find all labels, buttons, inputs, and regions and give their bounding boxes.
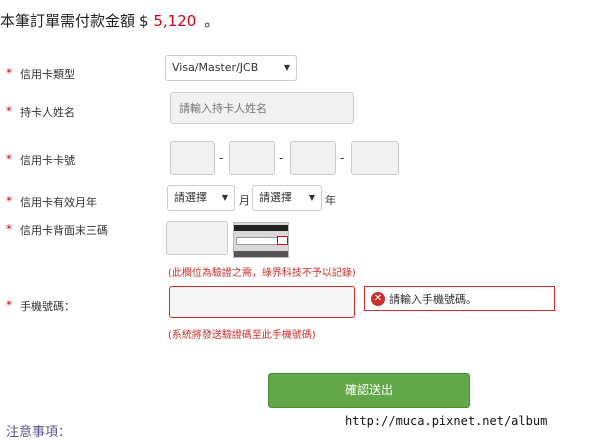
month-unit: 月 <box>239 194 250 207</box>
card-number-label: 信用卡卡號 <box>20 154 75 167</box>
expiry-month-value: 請選擇 <box>174 191 207 204</box>
amount-prefix: 本筆訂單需付款金額 <box>0 12 136 30</box>
phone-note: (系統將發送驗證碼至此手機號碼) <box>168 330 316 341</box>
phone-error-message: 請輸入手機號碼。 <box>389 293 477 306</box>
card-number-part-1[interactable] <box>170 141 215 175</box>
currency-symbol: $ <box>139 12 149 30</box>
amount-suffix: 。 <box>204 12 220 30</box>
holder-name-label: 持卡人姓名 <box>20 106 75 119</box>
notes-heading: 注意事項： <box>6 425 72 440</box>
card-number-part-3[interactable] <box>290 141 336 175</box>
card-number-separator: - <box>219 151 224 165</box>
required-mark: * <box>6 222 12 236</box>
year-unit: 年 <box>325 194 336 207</box>
required-mark: * <box>6 66 12 80</box>
card-type-label: 信用卡類型 <box>20 68 75 81</box>
required-mark: * <box>6 298 12 312</box>
phone-error-tooltip: ✕ 請輸入手機號碼。 <box>364 286 555 311</box>
card-number-part-2[interactable] <box>229 141 275 175</box>
card-back-image <box>233 222 289 258</box>
card-number-separator: - <box>279 151 284 165</box>
card-number-separator: - <box>340 151 345 165</box>
expiry-month-select[interactable]: 請選擇 ▼ <box>167 185 235 211</box>
card-number-part-4[interactable] <box>351 141 399 175</box>
required-mark: * <box>6 194 12 208</box>
chevron-down-icon: ▼ <box>221 193 228 202</box>
card-type-select[interactable]: Visa/Master/JCB ▼ <box>165 55 297 81</box>
expiry-label: 信用卡有效月年 <box>20 196 97 209</box>
error-icon: ✕ <box>371 292 385 306</box>
holder-name-input[interactable] <box>170 92 354 124</box>
expiry-year-select[interactable]: 請選擇 ▼ <box>252 185 322 211</box>
required-mark: * <box>6 104 12 118</box>
payment-amount-heading: 本筆訂單需付款金額 $ 5,120 。 <box>0 10 219 31</box>
cvv-note: (此欄位為驗證之需，綠界科技不予以記錄) <box>168 268 356 279</box>
cvv-label: 信用卡背面末三碼 <box>20 224 108 237</box>
submit-button[interactable]: 確認送出 <box>268 373 470 408</box>
required-mark: * <box>6 152 12 166</box>
chevron-down-icon: ▼ <box>283 63 290 72</box>
chevron-down-icon: ▼ <box>308 193 315 202</box>
cvv-input[interactable] <box>166 221 228 255</box>
watermark-text: http://muca.pixnet.net/album <box>345 414 548 428</box>
phone-input[interactable] <box>169 286 355 318</box>
amount-value: 5,120 <box>153 12 197 30</box>
card-type-value: Visa/Master/JCB <box>172 61 259 74</box>
expiry-year-value: 請選擇 <box>259 191 292 204</box>
phone-label: 手機號碼： <box>20 300 75 313</box>
